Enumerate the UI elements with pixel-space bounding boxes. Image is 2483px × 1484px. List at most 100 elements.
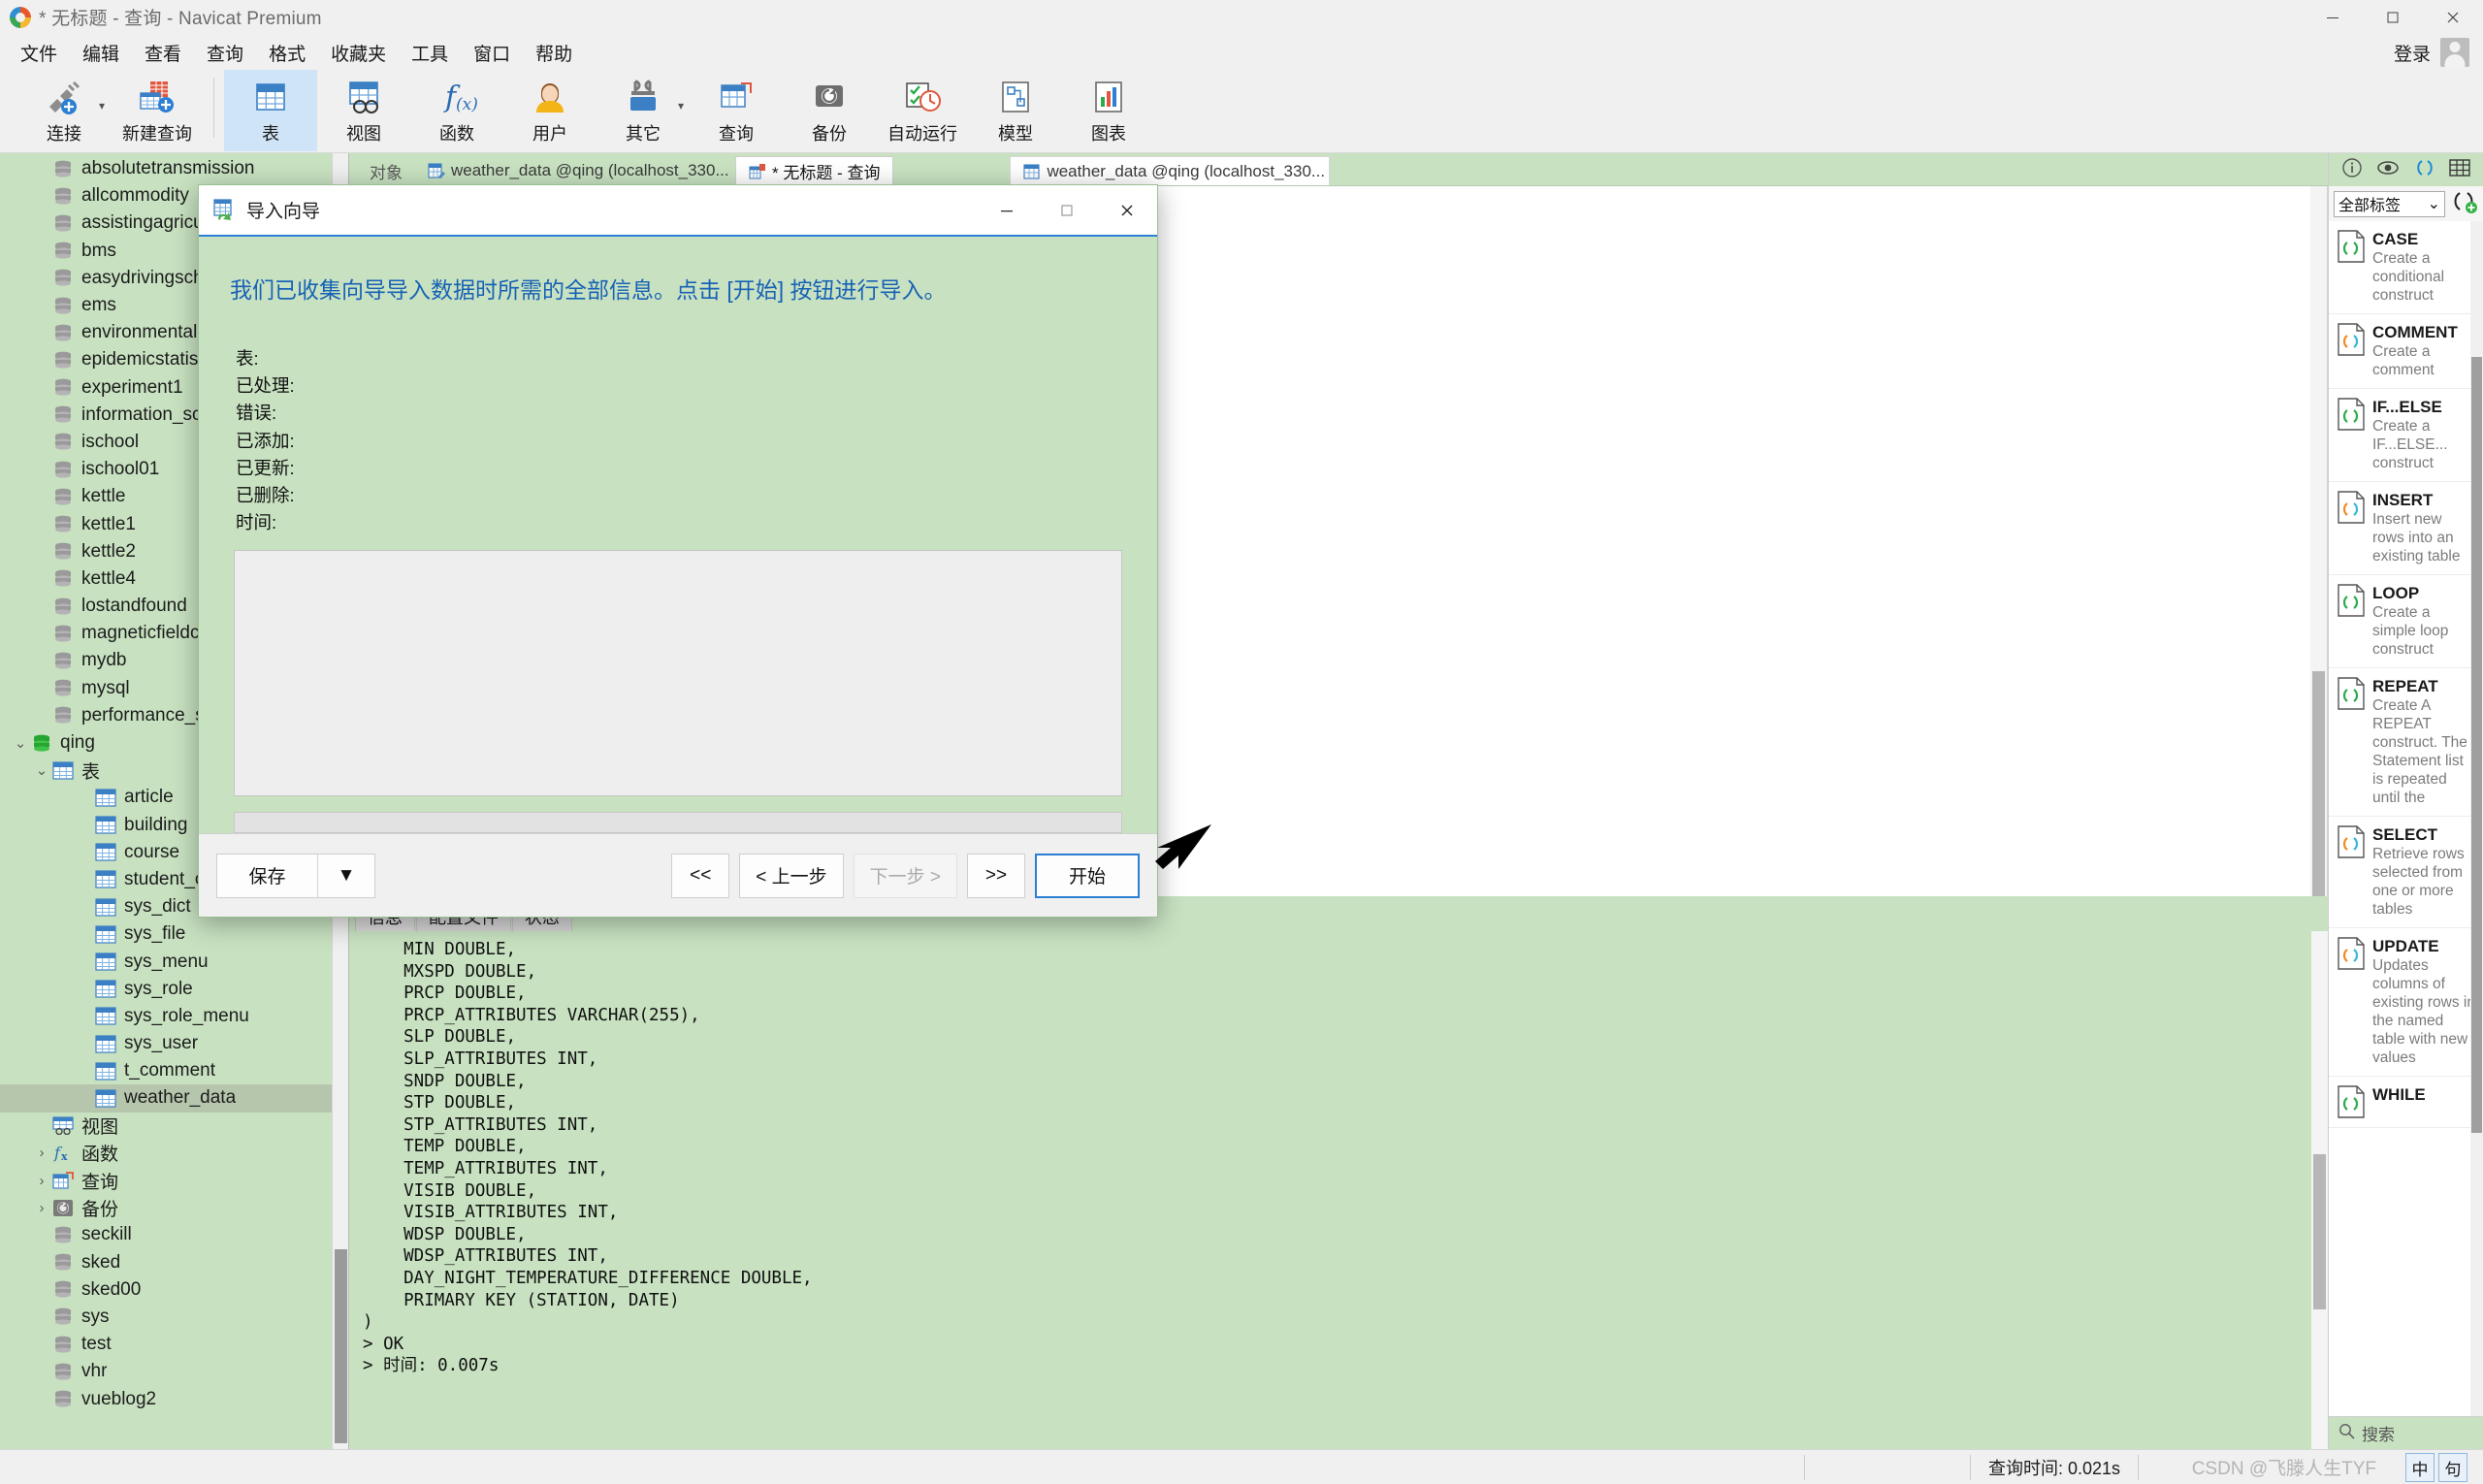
menu-query[interactable]: 查询 bbox=[194, 36, 256, 70]
save-dropdown-caret-icon[interactable]: ▼ bbox=[317, 853, 375, 898]
tree-node-[interactable]: 视图 bbox=[0, 1113, 348, 1140]
sidebar-scroll-thumb[interactable] bbox=[335, 1249, 347, 1443]
view-icon bbox=[52, 1116, 74, 1136]
toolbar-button-table[interactable]: 表 bbox=[224, 70, 317, 151]
window-minimize-button[interactable] bbox=[2303, 0, 2363, 35]
first-step-button[interactable]: << bbox=[671, 853, 730, 898]
menu-edit[interactable]: 编辑 bbox=[70, 36, 132, 70]
tab-objects[interactable]: 对象 bbox=[357, 156, 415, 185]
snippet-search-box[interactable]: 搜索 bbox=[2329, 1416, 2483, 1449]
tab-weather-data-3[interactable]: weather_data @qing (localhost_330... bbox=[1010, 156, 1331, 185]
window-close-button[interactable] bbox=[2423, 0, 2483, 35]
menu-help[interactable]: 帮助 bbox=[523, 36, 585, 70]
toolbar-button-chart[interactable]: 图表 bbox=[1062, 70, 1155, 151]
snippet-tag-select[interactable]: 全部标签 ⌄ bbox=[2334, 190, 2445, 217]
dialog-minimize-button[interactable] bbox=[977, 185, 1037, 235]
toolbar-button-plug-add[interactable]: 连接 ▾ bbox=[17, 70, 111, 151]
status-bar: 查询时间: 0.021s CSDN @飞滕人生TYF 中 句 bbox=[0, 1449, 2483, 1484]
editor-vertical-scrollbar[interactable] bbox=[2310, 186, 2327, 896]
menu-format[interactable]: 格式 bbox=[256, 36, 318, 70]
chevron-down-icon[interactable]: ⌄ bbox=[31, 761, 52, 779]
snippet-item-while[interactable]: WHILE bbox=[2329, 1077, 2483, 1128]
info-icon[interactable] bbox=[2341, 157, 2363, 183]
chevron-down-icon[interactable]: ⌄ bbox=[10, 734, 31, 752]
login-link[interactable]: 登录 bbox=[2394, 40, 2431, 66]
tree-node-seckill[interactable]: seckill bbox=[0, 1221, 348, 1248]
dialog-maximize-button[interactable] bbox=[1037, 185, 1097, 235]
toolbar-button-view[interactable]: 视图 bbox=[317, 70, 410, 151]
tree-node-label: t_comment bbox=[124, 1060, 215, 1081]
tree-node-sked00[interactable]: sked00 bbox=[0, 1276, 348, 1304]
ime-indicator[interactable]: 中 句 bbox=[2405, 1453, 2467, 1482]
tree-node-sys_user[interactable]: sys_user bbox=[0, 1030, 348, 1057]
last-step-button[interactable]: >> bbox=[967, 853, 1025, 898]
editor-scroll-thumb[interactable] bbox=[2312, 671, 2325, 896]
toolbar-button-new-query[interactable]: 新建查询 bbox=[111, 70, 204, 151]
tab-untitled-query[interactable]: * 无标题 - 查询 bbox=[735, 156, 894, 185]
snippet-item-select[interactable]: SELECT Retrieve rows selected from one or… bbox=[2329, 817, 2483, 928]
snippet-item-case[interactable]: CASE Create a conditional construct bbox=[2329, 221, 2483, 314]
tree-node-[interactable]: › f x 函数 bbox=[0, 1140, 348, 1167]
toolbar-button-automation[interactable]: 自动运行 bbox=[876, 70, 969, 151]
save-button[interactable]: 保存 bbox=[216, 853, 317, 898]
tree-node-absolutetransmission[interactable]: absolutetransmission bbox=[0, 155, 348, 182]
snippet-item-repeat[interactable]: REPEAT Create A REPEAT construct. The Sta… bbox=[2329, 668, 2483, 817]
tree-node-sys_menu[interactable]: sys_menu bbox=[0, 948, 348, 975]
ime-punct-badge[interactable]: 句 bbox=[2438, 1453, 2467, 1482]
code-snippet-icon[interactable] bbox=[2414, 157, 2435, 183]
menu-view[interactable]: 查看 bbox=[132, 36, 194, 70]
save-split-button[interactable]: 保存 ▼ bbox=[216, 853, 375, 898]
database-icon bbox=[52, 1307, 74, 1326]
menu-file[interactable]: 文件 bbox=[8, 36, 70, 70]
tree-node-[interactable]: › 备份 bbox=[0, 1194, 348, 1221]
snippet-item-comment[interactable]: COMMENT Create a comment bbox=[2329, 314, 2483, 389]
menu-window[interactable]: 窗口 bbox=[461, 36, 523, 70]
toolbar-button-user[interactable]: 用户 bbox=[503, 70, 597, 151]
dialog-close-button[interactable] bbox=[1097, 185, 1157, 235]
tree-node-sys_file[interactable]: sys_file bbox=[0, 920, 348, 948]
menu-bar: 文件 编辑 查看 查询 格式 收藏夹 工具 窗口 帮助 登录 bbox=[0, 35, 2483, 70]
snippet-list[interactable]: CASE Create a conditional construct COMMEN… bbox=[2329, 221, 2483, 1416]
snippet-list-scrollbar[interactable] bbox=[2470, 221, 2483, 1416]
toolbar-button-model[interactable]: 模型 bbox=[969, 70, 1062, 151]
tree-node-[interactable]: › 查询 bbox=[0, 1167, 348, 1194]
menu-favorites[interactable]: 收藏夹 bbox=[318, 36, 399, 70]
menu-tools[interactable]: 工具 bbox=[399, 36, 461, 70]
tab-weather-data-1[interactable]: weather_data @qing (localhost_330... bbox=[415, 156, 735, 185]
toolbar-button-backup[interactable]: 备份 bbox=[783, 70, 876, 151]
snippet-item-ifelse[interactable]: IF...ELSE Create a IF...ELSE... construct bbox=[2329, 389, 2483, 482]
results-vertical-scrollbar[interactable] bbox=[2311, 931, 2328, 1449]
tree-node-sys[interactable]: sys bbox=[0, 1304, 348, 1331]
table-grid-icon[interactable] bbox=[2449, 158, 2470, 182]
snippet-list-scroll-thumb[interactable] bbox=[2471, 357, 2482, 1133]
table-icon bbox=[95, 1007, 116, 1026]
tree-node-sys_role[interactable]: sys_role bbox=[0, 976, 348, 1003]
results-scroll-thumb[interactable] bbox=[2313, 1154, 2326, 1309]
ime-mode-badge[interactable]: 中 bbox=[2405, 1453, 2435, 1482]
chevron-right-icon[interactable]: › bbox=[31, 1145, 52, 1161]
chevron-right-icon[interactable]: › bbox=[31, 1200, 52, 1216]
snippet-item-insert[interactable]: INSERT Insert new rows into an existing t… bbox=[2329, 482, 2483, 575]
window-maximize-button[interactable] bbox=[2363, 0, 2423, 35]
tree-node-t_comment[interactable]: t_comment bbox=[0, 1057, 348, 1084]
start-button[interactable]: 开始 bbox=[1035, 853, 1140, 898]
chevron-right-icon[interactable]: › bbox=[31, 1173, 52, 1189]
snippet-item-update[interactable]: UPDATE Updates columns of existing rows i… bbox=[2329, 928, 2483, 1077]
toolbar-button-other-tools[interactable]: 其它 ▾ bbox=[597, 70, 690, 151]
toolbar-dropdown-caret-icon[interactable]: ▾ bbox=[678, 99, 684, 113]
toolbar-button-query[interactable]: 查询 bbox=[690, 70, 783, 151]
tree-node-vhr[interactable]: vhr bbox=[0, 1358, 348, 1385]
add-snippet-icon[interactable] bbox=[2451, 189, 2478, 219]
toolbar-dropdown-caret-icon[interactable]: ▾ bbox=[99, 99, 105, 113]
tree-node-vueblog2[interactable]: vueblog2 bbox=[0, 1385, 348, 1412]
tree-node-sys_role_menu[interactable]: sys_role_menu bbox=[0, 1003, 348, 1030]
prev-step-button[interactable]: < 上一步 bbox=[739, 853, 844, 898]
tree-node-sked[interactable]: sked bbox=[0, 1249, 348, 1276]
toolbar-button-function[interactable]: f (x) 函数 bbox=[410, 70, 503, 151]
avatar[interactable] bbox=[2440, 38, 2469, 67]
tree-node-weather_data[interactable]: weather_data bbox=[0, 1084, 348, 1113]
eye-icon[interactable] bbox=[2376, 158, 2400, 182]
snippet-item-loop[interactable]: LOOP Create a simple loop construct bbox=[2329, 575, 2483, 668]
tree-node-test[interactable]: test bbox=[0, 1331, 348, 1358]
dialog-log-area[interactable] bbox=[234, 550, 1122, 796]
